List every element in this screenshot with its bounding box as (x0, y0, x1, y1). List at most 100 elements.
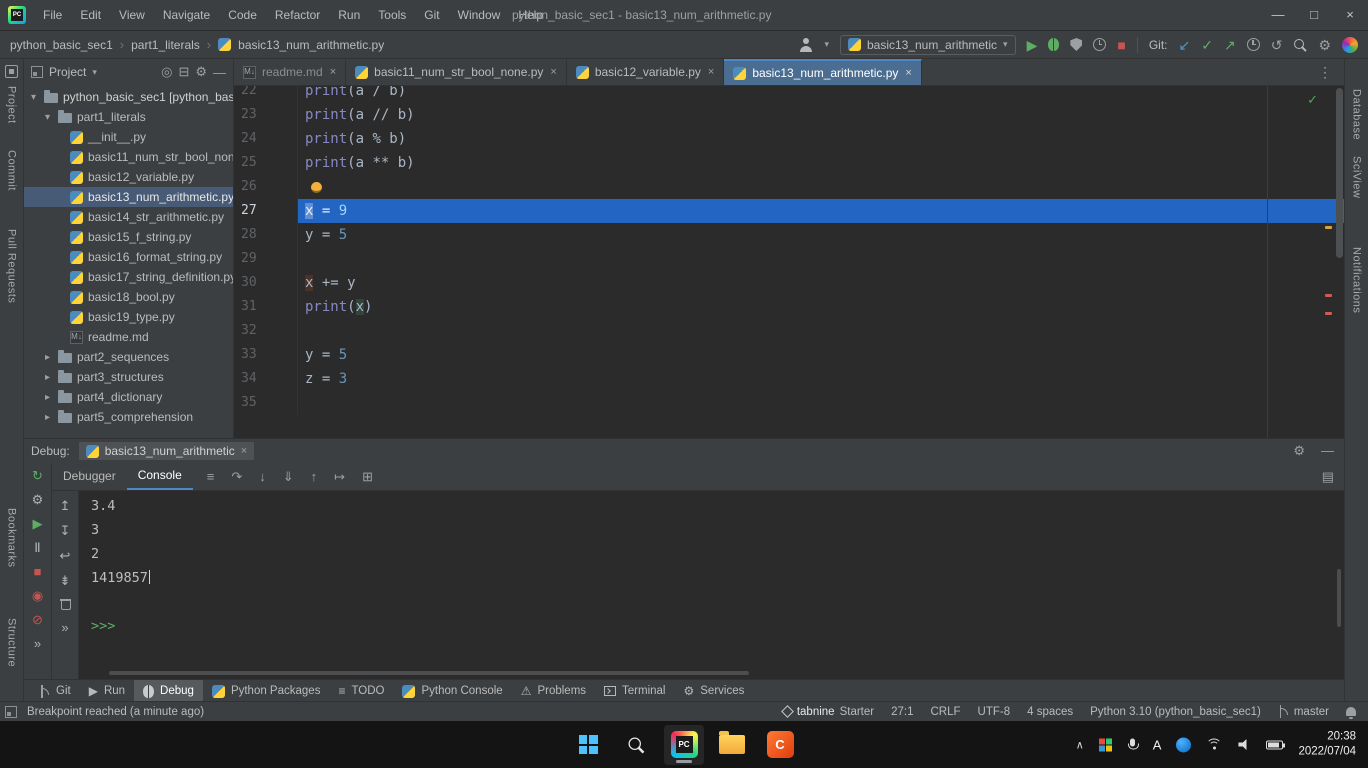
microphone-icon[interactable] (1127, 738, 1138, 751)
coverage-button[interactable] (1070, 38, 1082, 51)
menu-navigate[interactable]: Navigate (154, 0, 219, 30)
tab-debugger[interactable]: Debugger (52, 464, 127, 489)
hide-panel-icon[interactable]: — (213, 65, 226, 80)
notifications-icon[interactable] (1346, 707, 1356, 716)
menu-run[interactable]: Run (329, 0, 369, 30)
tree-item-file[interactable]: basic18_bool.py (24, 287, 233, 307)
toolwindow-python-console[interactable]: Python Console (393, 680, 511, 702)
editor-scrollbar[interactable] (1336, 88, 1343, 258)
mute-breakpoints-icon[interactable]: ⊘ (32, 612, 43, 627)
line-number[interactable]: 22 (234, 86, 298, 103)
view-breakpoints-icon[interactable]: ◉ (32, 588, 43, 603)
force-step-into-icon[interactable]: ⇓ (283, 469, 294, 485)
tree-item-file[interactable]: M↓readme.md (24, 327, 233, 347)
maximize-button[interactable]: □ (1296, 0, 1332, 30)
tab-basic11[interactable]: basic11_num_str_bool_none.py× (346, 59, 567, 85)
stripe-database[interactable]: Database (1351, 89, 1363, 140)
tab-console[interactable]: Console (127, 463, 193, 490)
debug-button[interactable] (1048, 38, 1059, 51)
restore-layout-icon[interactable]: ▤ (1322, 469, 1334, 485)
caret-position[interactable]: 27:1 (891, 706, 913, 718)
tree-item-folder[interactable]: ▸part2_sequences (24, 347, 233, 367)
battery-icon[interactable] (1266, 740, 1283, 749)
pycharm-logo-icon[interactable] (8, 6, 26, 24)
tree-item-file[interactable]: basic14_str_arithmetic.py (24, 207, 233, 227)
menu-refactor[interactable]: Refactor (266, 0, 329, 30)
toolwindow-problems[interactable]: ⚠Problems (512, 680, 595, 702)
line-number[interactable]: 23 (234, 103, 298, 127)
tree-item-file[interactable]: __init__.py (24, 127, 233, 147)
run-to-cursor-icon[interactable]: ↦ (334, 469, 345, 485)
scroll-down-icon[interactable]: ↧ (60, 523, 71, 538)
wifi-icon[interactable] (1206, 739, 1223, 751)
line-number[interactable]: 25 (234, 151, 298, 175)
tray-overflow-chevron-icon[interactable]: ∧ (1076, 738, 1084, 751)
run-configuration-select[interactable]: basic13_num_arithmetic ▾ (840, 35, 1016, 55)
python-interpreter[interactable]: Python 3.10 (python_basic_sec1) (1090, 706, 1261, 718)
taskbar-c-app-button[interactable] (760, 725, 800, 765)
panel-settings-gear-icon[interactable]: ⚙ (195, 64, 207, 80)
rerun-icon[interactable]: ↻ (32, 468, 43, 483)
taskbar-clock[interactable]: 20:38 2022/07/04 (1298, 729, 1356, 760)
indent-setting[interactable]: 4 spaces (1027, 706, 1073, 718)
tabnine-widget[interactable]: tabnineStarter (783, 706, 874, 718)
run-button[interactable]: ▶ (1027, 38, 1038, 52)
intention-bulb-icon[interactable] (311, 182, 322, 193)
menu-code[interactable]: Code (219, 0, 266, 30)
tray-blue-app-icon[interactable] (1176, 737, 1191, 752)
tree-item-folder[interactable]: ▾part1_literals (24, 107, 233, 127)
line-number[interactable]: 34 (234, 367, 298, 391)
code-with-me-users-icon[interactable] (799, 38, 813, 52)
toolwindow-terminal[interactable]: Terminal (595, 680, 674, 702)
close-button[interactable]: × (1332, 0, 1368, 30)
inspections-ok-icon[interactable]: ✓ (1307, 92, 1318, 108)
line-number[interactable]: 29 (234, 247, 298, 271)
hide-debug-panel-icon[interactable]: — (1321, 443, 1334, 459)
toolwindow-python-packages[interactable]: Python Packages (203, 680, 330, 702)
tool-windows-toggle-icon[interactable] (5, 706, 17, 718)
chevron-down-icon[interactable]: ▾ (92, 67, 97, 78)
git-push-icon[interactable]: ↗ (1224, 38, 1236, 52)
scroll-to-end-icon[interactable]: ⇟ (60, 573, 71, 588)
more-actions-icon[interactable]: » (61, 620, 68, 635)
git-update-icon[interactable]: ↙ (1179, 38, 1191, 52)
soft-wrap-icon[interactable]: ↩ (60, 548, 71, 563)
line-number[interactable]: 35 (234, 391, 298, 415)
close-tab-icon[interactable]: × (708, 66, 714, 78)
pause-program-icon[interactable]: Ⅱ (34, 540, 40, 555)
console-vertical-scrollbar[interactable] (1337, 569, 1341, 627)
file-encoding[interactable]: UTF-8 (978, 706, 1011, 718)
stripe-commit[interactable]: Commit (6, 150, 18, 191)
code-editor[interactable]: 22print(a / b) 23print(a // b) 24print(a… (234, 86, 1344, 438)
line-number[interactable]: 26 (234, 175, 298, 199)
line-number[interactable]: 33 (234, 343, 298, 367)
project-panel-title[interactable]: Project (49, 65, 86, 79)
git-branch-widget[interactable]: master (1278, 705, 1329, 718)
breadcrumb-folder[interactable]: part1_literals (131, 38, 200, 52)
toolwindow-run[interactable]: ▶Run (80, 680, 134, 702)
stripe-notifications[interactable]: Notifications (1351, 247, 1363, 313)
step-into-icon[interactable]: ↓ (259, 469, 266, 485)
minimize-button[interactable]: — (1260, 0, 1296, 30)
line-number[interactable]: 27 (234, 199, 298, 223)
line-number[interactable]: 28 (234, 223, 298, 247)
menu-edit[interactable]: Edit (71, 0, 110, 30)
console-horizontal-scrollbar[interactable] (109, 671, 749, 675)
project-tool-icon[interactable] (5, 65, 18, 78)
line-ending[interactable]: CRLF (930, 706, 960, 718)
tab-basic13-active[interactable]: basic13_num_arithmetic.py× (724, 59, 922, 85)
clear-console-icon[interactable] (60, 598, 71, 610)
tree-item-file[interactable]: basic17_string_definition.py (24, 267, 233, 287)
ime-language-indicator[interactable]: A (1153, 737, 1162, 752)
tab-readme[interactable]: M↓readme.md× (234, 59, 346, 85)
console-prompt[interactable]: >>> (91, 614, 1344, 638)
more-actions-icon[interactable]: » (34, 636, 41, 651)
tree-item-file[interactable]: basic19_type.py (24, 307, 233, 327)
start-button[interactable] (568, 725, 608, 765)
breadcrumb-file[interactable]: basic13_num_arithmetic.py (238, 38, 384, 52)
line-number[interactable]: 31 (234, 295, 298, 319)
stripe-project[interactable]: Project (6, 86, 18, 124)
search-everywhere-icon[interactable] (1293, 38, 1307, 52)
stripe-pull-requests[interactable]: Pull Requests (6, 229, 18, 303)
debug-settings-gear-icon[interactable]: ⚙ (1293, 443, 1305, 459)
